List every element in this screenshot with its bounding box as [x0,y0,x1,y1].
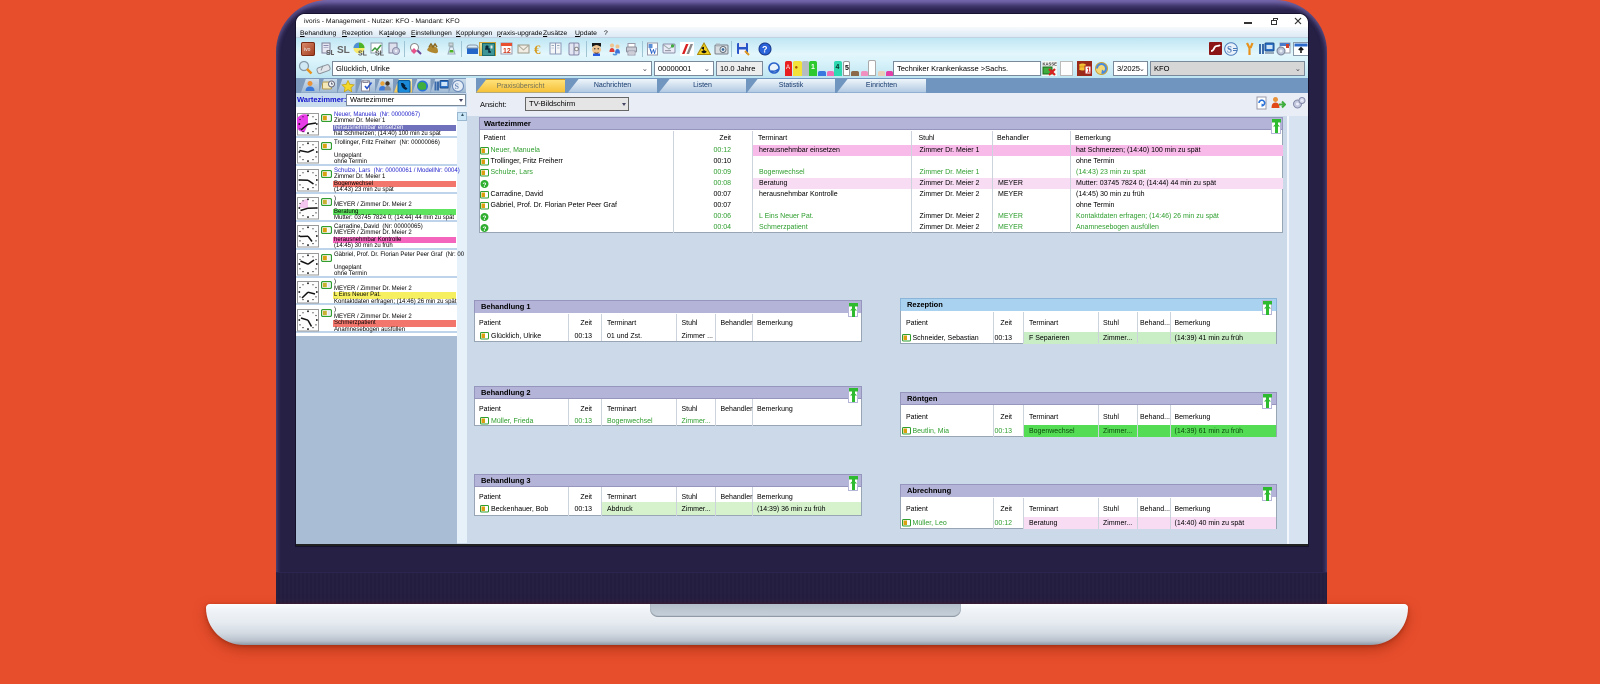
svg-text:SL: SL [358,51,367,57]
svg-text:?: ? [482,215,486,222]
svg-text:€: € [534,42,541,56]
svg-text:1: 1 [1087,68,1091,75]
svg-text:?: ? [762,45,768,55]
svg-text:SL: SL [326,50,334,56]
svg-text:?: ? [482,182,486,189]
svg-text:S: S [455,82,460,91]
svg-text:W: W [649,47,657,56]
svg-text:SL: SL [337,45,350,56]
svg-text:KASSE: KASSE [1043,62,1058,67]
svg-text:?: ? [482,226,486,233]
svg-text:S: S [1227,45,1232,55]
svg-text:SL: SL [375,51,384,57]
svg-text:12: 12 [503,48,511,55]
